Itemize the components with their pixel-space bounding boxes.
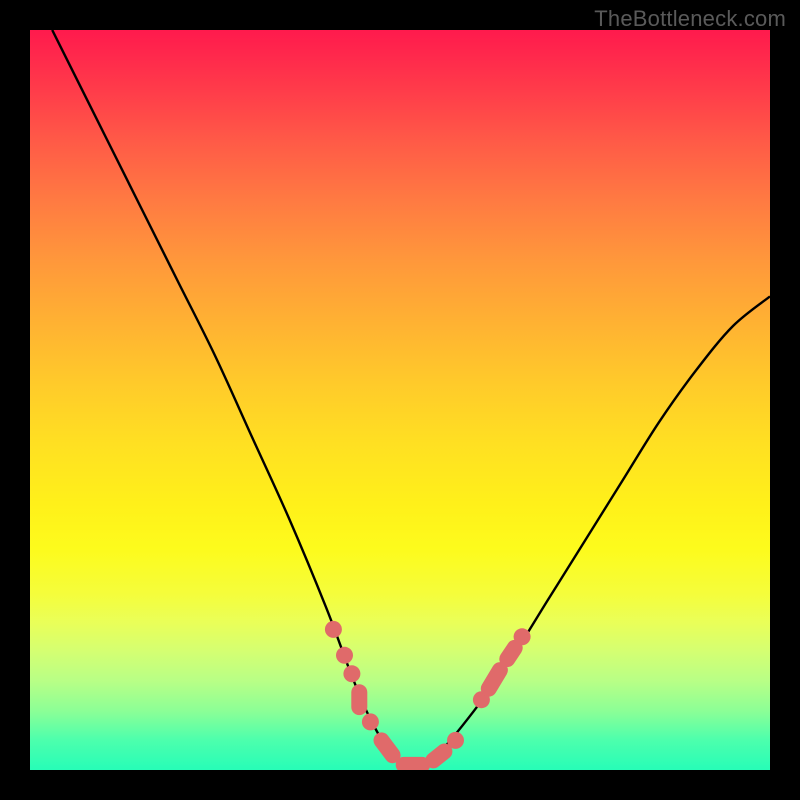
chart-plot-area [30,30,770,770]
marker-dot [336,647,353,664]
marker-capsule [382,740,393,755]
marker-capsule [433,752,444,761]
marker-dot [343,665,360,682]
bottleneck-curve [52,30,770,770]
chart-markers [325,621,531,765]
marker-dot [514,628,531,645]
marker-capsule [507,648,514,659]
watermark-text: TheBottleneck.com [594,6,786,32]
marker-dot [325,621,342,638]
marker-dot [447,732,464,749]
marker-dot [362,713,379,730]
marker-capsule [489,670,500,689]
chart-svg [30,30,770,770]
